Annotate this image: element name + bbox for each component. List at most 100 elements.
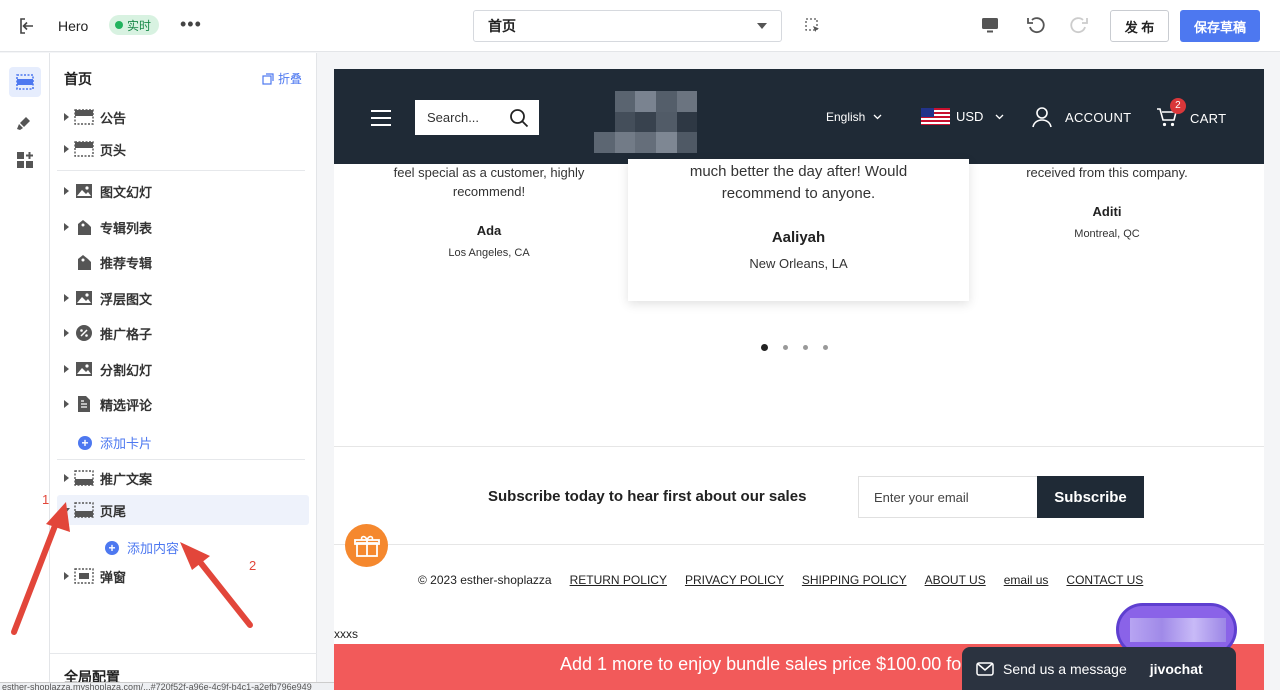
footer-link-shipping-policy[interactable]: SHIPPING POLICY	[802, 573, 907, 587]
divider	[57, 459, 305, 460]
section-label: 浮层图文	[100, 291, 153, 307]
caret-right-icon[interactable]	[63, 365, 69, 373]
image-icon	[74, 360, 94, 378]
section-label: 分割幻灯	[100, 362, 153, 378]
carousel-dot[interactable]	[803, 345, 808, 350]
language-select[interactable]: English	[826, 110, 882, 124]
caret-right-icon[interactable]	[63, 223, 69, 231]
tag-icon	[74, 253, 94, 271]
collapse-icon	[262, 72, 274, 85]
panel-title: 首页	[64, 71, 92, 87]
user-icon	[1032, 107, 1052, 128]
section-label: 图文幻灯	[100, 184, 153, 200]
gift-icon[interactable]	[345, 524, 388, 567]
footer-links: © 2023 esther-shoplazza RETURN POLICY PR…	[418, 573, 1143, 587]
footer-link-return-policy[interactable]: RETURN POLICY	[570, 573, 667, 587]
theme-style-tab[interactable]	[9, 107, 41, 137]
cart-link[interactable]: 2 CART	[1156, 98, 1226, 131]
reviewer-name: Ada	[476, 223, 502, 238]
exit-icon[interactable]	[18, 17, 36, 35]
currency-select[interactable]: USD	[921, 108, 1004, 125]
plus-icon: +	[78, 435, 92, 450]
carousel-dot[interactable]	[783, 345, 788, 350]
review-text: feel special as a customer, highly recom…	[393, 165, 585, 199]
annotation-number: 1	[42, 492, 50, 507]
select-element-icon[interactable]	[805, 18, 821, 34]
add-card-button[interactable]: + 添加卡片	[78, 433, 152, 452]
section-label: 推荐专辑	[100, 255, 153, 271]
store-preview[interactable]: Search... English USD ACCOUNT 2 CART fee…	[334, 69, 1264, 690]
image-icon	[74, 289, 94, 307]
brush-icon	[17, 117, 30, 130]
email-input[interactable]: Enter your email	[858, 476, 1038, 518]
chat-widget-bar[interactable]: Send us a message jivochat	[962, 647, 1236, 690]
menu-icon[interactable]	[371, 110, 391, 131]
page-select[interactable]: 首页	[473, 10, 782, 42]
section-row-split-slideshow[interactable]: 分割幻灯	[57, 354, 309, 384]
apps-tab[interactable]	[9, 145, 41, 175]
apps-icon	[17, 152, 33, 168]
divider	[57, 170, 305, 171]
section-label: 页头	[100, 142, 127, 158]
reviewer-name: Aaliyah	[771, 229, 826, 246]
store-header: Search... English USD ACCOUNT 2 CART	[334, 69, 1264, 164]
annotation-arrows	[11, 502, 253, 635]
editor-topbar: Hero 实时 ••• 首页 发 布 保存草稿	[0, 0, 1280, 52]
section-row-featured-collection[interactable]: 推荐专辑	[57, 247, 309, 277]
account-link[interactable]: ACCOUNT	[1031, 106, 1131, 128]
live-dot-icon	[115, 21, 123, 29]
subscribe-button[interactable]: Subscribe	[1037, 476, 1144, 518]
save-draft-button[interactable]: 保存草稿	[1180, 10, 1260, 42]
caret-right-icon[interactable]	[63, 329, 69, 337]
carousel-dot[interactable]	[823, 345, 828, 350]
section-row-slideshow[interactable]: 图文幻灯	[57, 176, 309, 206]
chevron-down-icon	[757, 23, 767, 29]
publish-button[interactable]: 发 布	[1110, 10, 1169, 42]
footer-link-email[interactable]: email us	[1004, 573, 1049, 587]
caret-right-icon[interactable]	[63, 113, 69, 121]
image-icon	[74, 182, 94, 200]
section-row-announcement[interactable]: 公告	[57, 102, 309, 132]
annotation-number: 2	[249, 558, 257, 573]
reviewer-name: Aditi	[1092, 204, 1122, 219]
subscribe-heading: Subscribe today to hear first about our …	[488, 488, 807, 505]
custom-text: xxxs	[334, 627, 358, 641]
caret-right-icon[interactable]	[63, 145, 69, 153]
store-search[interactable]: Search...	[415, 100, 539, 135]
sections-tab[interactable]	[9, 67, 41, 97]
carousel-dot[interactable]	[761, 344, 768, 351]
more-options-icon[interactable]: •••	[180, 14, 202, 35]
section-row-promo-grid[interactable]: 推广格子	[57, 318, 309, 348]
section-icon	[74, 140, 94, 158]
caret-right-icon[interactable]	[63, 400, 69, 408]
chat-label: Send us a message	[1003, 660, 1127, 677]
theme-title: Hero	[58, 18, 89, 34]
section-row-collection-list[interactable]: 专辑列表	[57, 212, 309, 242]
currency-label: USD	[956, 109, 984, 124]
review-text: much better the day after! Would recomme…	[689, 163, 908, 202]
search-placeholder: Search...	[427, 110, 480, 125]
store-logo[interactable]	[594, 91, 718, 153]
language-label: English	[826, 110, 866, 124]
page-select-value: 首页	[488, 18, 516, 34]
chevron-down-icon	[995, 114, 1004, 119]
redo-icon[interactable]	[1069, 15, 1089, 40]
divider	[50, 653, 317, 654]
section-row-image-overlay[interactable]: 浮层图文	[57, 283, 309, 313]
review-text: received from this company.	[1026, 165, 1188, 180]
footer-link-about-us[interactable]: ABOUT US	[925, 573, 986, 587]
reviewer-location: New Orleans, LA	[749, 256, 848, 271]
document-icon	[74, 395, 94, 413]
caret-right-icon[interactable]	[63, 294, 69, 302]
live-status-badge: 实时	[109, 15, 160, 35]
section-row-header[interactable]: 页头	[57, 134, 309, 164]
sections-icon	[16, 74, 34, 90]
section-row-featured-reviews[interactable]: 精选评论	[57, 389, 309, 419]
undo-icon[interactable]	[1026, 15, 1046, 40]
collapse-button[interactable]: 折叠	[262, 70, 302, 87]
account-label: ACCOUNT	[1065, 109, 1132, 125]
desktop-preview-icon[interactable]	[981, 16, 999, 39]
footer-link-contact[interactable]: CONTACT US	[1066, 573, 1143, 587]
footer-link-privacy-policy[interactable]: PRIVACY POLICY	[685, 573, 784, 587]
caret-right-icon[interactable]	[63, 187, 69, 195]
